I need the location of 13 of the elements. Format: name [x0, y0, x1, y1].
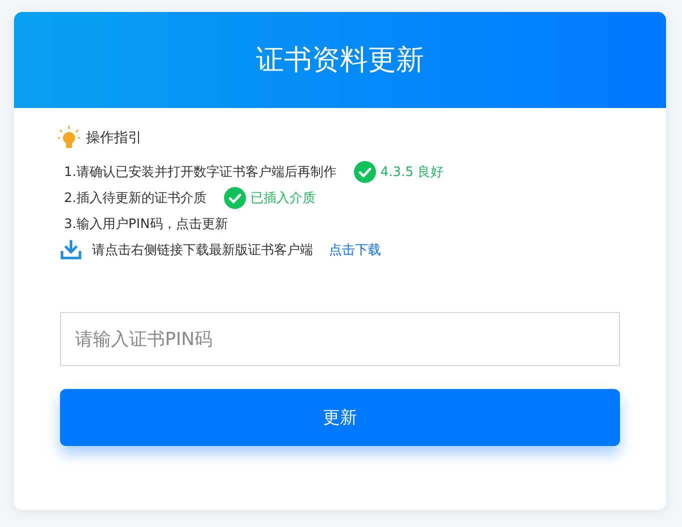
step-text: 1.请确认已安装并打开数字证书客户端后再制作: [64, 164, 336, 180]
guide-title: 操作指引: [86, 129, 142, 147]
page-title: 证书资料更新: [256, 42, 424, 78]
download-link[interactable]: 点击下载: [329, 241, 381, 259]
status-text: 4.3.5 良好: [380, 164, 444, 180]
step-text: 3.输入用户PIN码，点击更新: [64, 216, 228, 232]
update-button[interactable]: 更新: [60, 389, 620, 446]
lightbulb-icon: [58, 126, 80, 150]
download-hint: 请点击右侧链接下载最新版证书客户端: [92, 242, 313, 259]
status-text: 已插入介质: [250, 190, 316, 206]
step-text: 2.插入待更新的证书介质: [64, 190, 206, 206]
download-icon: [60, 240, 82, 260]
pin-input-field[interactable]: 请输入证书PIN码: [60, 312, 620, 366]
